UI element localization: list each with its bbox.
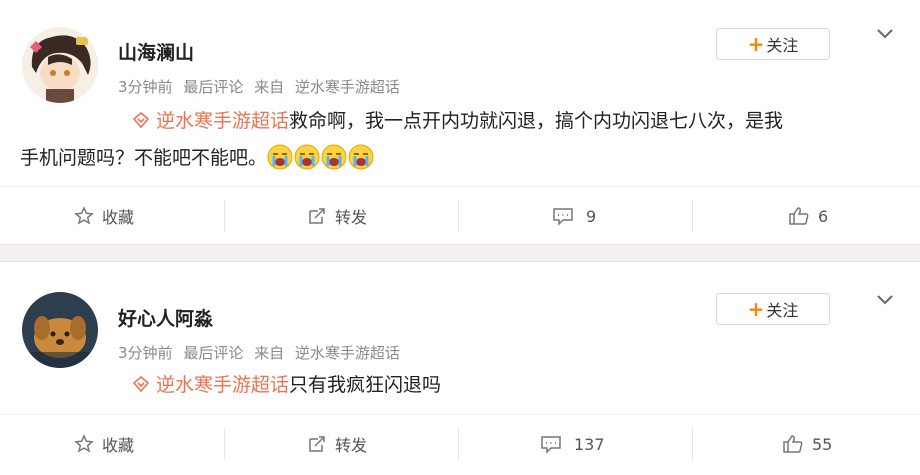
crying-face-emoji [348,144,374,170]
favorite-button[interactable]: 收藏 [74,415,134,473]
like-button[interactable]: 55 [782,415,832,473]
last-comment-label: 最后评论 [183,344,244,362]
post-text-line1: 只有我疯狂闪退吗 [289,374,442,396]
star-icon [74,206,94,225]
post-time[interactable]: 3分钟前 [118,78,173,96]
chevron-down-icon[interactable] [874,22,896,44]
post-meta: 3分钟前 最后评论 来自 逆水寒手游超话 [118,76,406,97]
crying-face-emoji [267,144,293,170]
comment-icon [541,436,561,454]
crying-face-emoji [321,144,347,170]
comment-icon [553,208,573,226]
follow-button[interactable]: + 关注 [716,293,830,325]
post-meta: 3分钟前 最后评论 来自 逆水寒手游超话 [118,342,406,363]
last-comment-label: 最后评论 [183,78,244,96]
thumbs-up-icon [783,435,803,453]
like-button[interactable]: 6 [788,187,828,245]
topic-link[interactable]: 逆水寒手游超话 [156,374,289,396]
comment-button[interactable]: 137 [540,415,605,473]
source-label: 来自 [254,344,285,362]
favorite-button[interactable]: 收藏 [74,187,134,245]
post-separator [0,244,920,262]
star-icon [74,434,94,453]
thumbs-up-icon [789,207,809,225]
super-topic-icon [132,111,150,129]
post-card: 好心人阿淼 3分钟前 最后评论 来自 逆水寒手游超话 + 关注 逆水寒手游超话只… [0,262,920,475]
avatar[interactable] [22,27,98,103]
avatar[interactable] [22,292,98,368]
source-label: 来自 [254,78,285,96]
post-content-line2: 手机问题吗？不能吧不能吧。 [20,141,890,175]
post-time[interactable]: 3分钟前 [118,344,173,362]
plus-icon: + [747,32,765,56]
post-card: 山海澜山 3分钟前 最后评论 来自 逆水寒手游超话 + 关注 逆水寒手游超话救命… [0,0,920,244]
action-bar: 收藏 转发 9 6 [0,186,920,244]
username[interactable]: 山海澜山 [118,38,194,65]
repost-icon [309,208,325,224]
post-content: 逆水寒手游超话只有我疯狂闪退吗 [118,368,890,402]
chevron-down-icon[interactable] [874,288,896,310]
repost-icon [309,436,325,452]
repost-button[interactable]: 转发 [307,415,367,473]
repost-button[interactable]: 转发 [307,187,367,245]
username[interactable]: 好心人阿淼 [118,304,213,331]
action-bar: 收藏 转发 137 55 [0,414,920,475]
super-topic-icon [132,375,150,393]
post-text-line2: 手机问题吗？不能吧不能吧。 [20,147,268,169]
crying-face-emoji [294,144,320,170]
source-topic[interactable]: 逆水寒手游超话 [295,344,400,362]
follow-button[interactable]: + 关注 [716,28,830,60]
post-text-line1: 救命啊，我一点开内功就闪退，搞个内功闪退七八次，是我 [289,110,784,132]
plus-icon: + [747,297,765,321]
comment-button[interactable]: 9 [552,187,596,245]
source-topic[interactable]: 逆水寒手游超话 [295,78,400,96]
topic-link[interactable]: 逆水寒手游超话 [156,110,289,132]
